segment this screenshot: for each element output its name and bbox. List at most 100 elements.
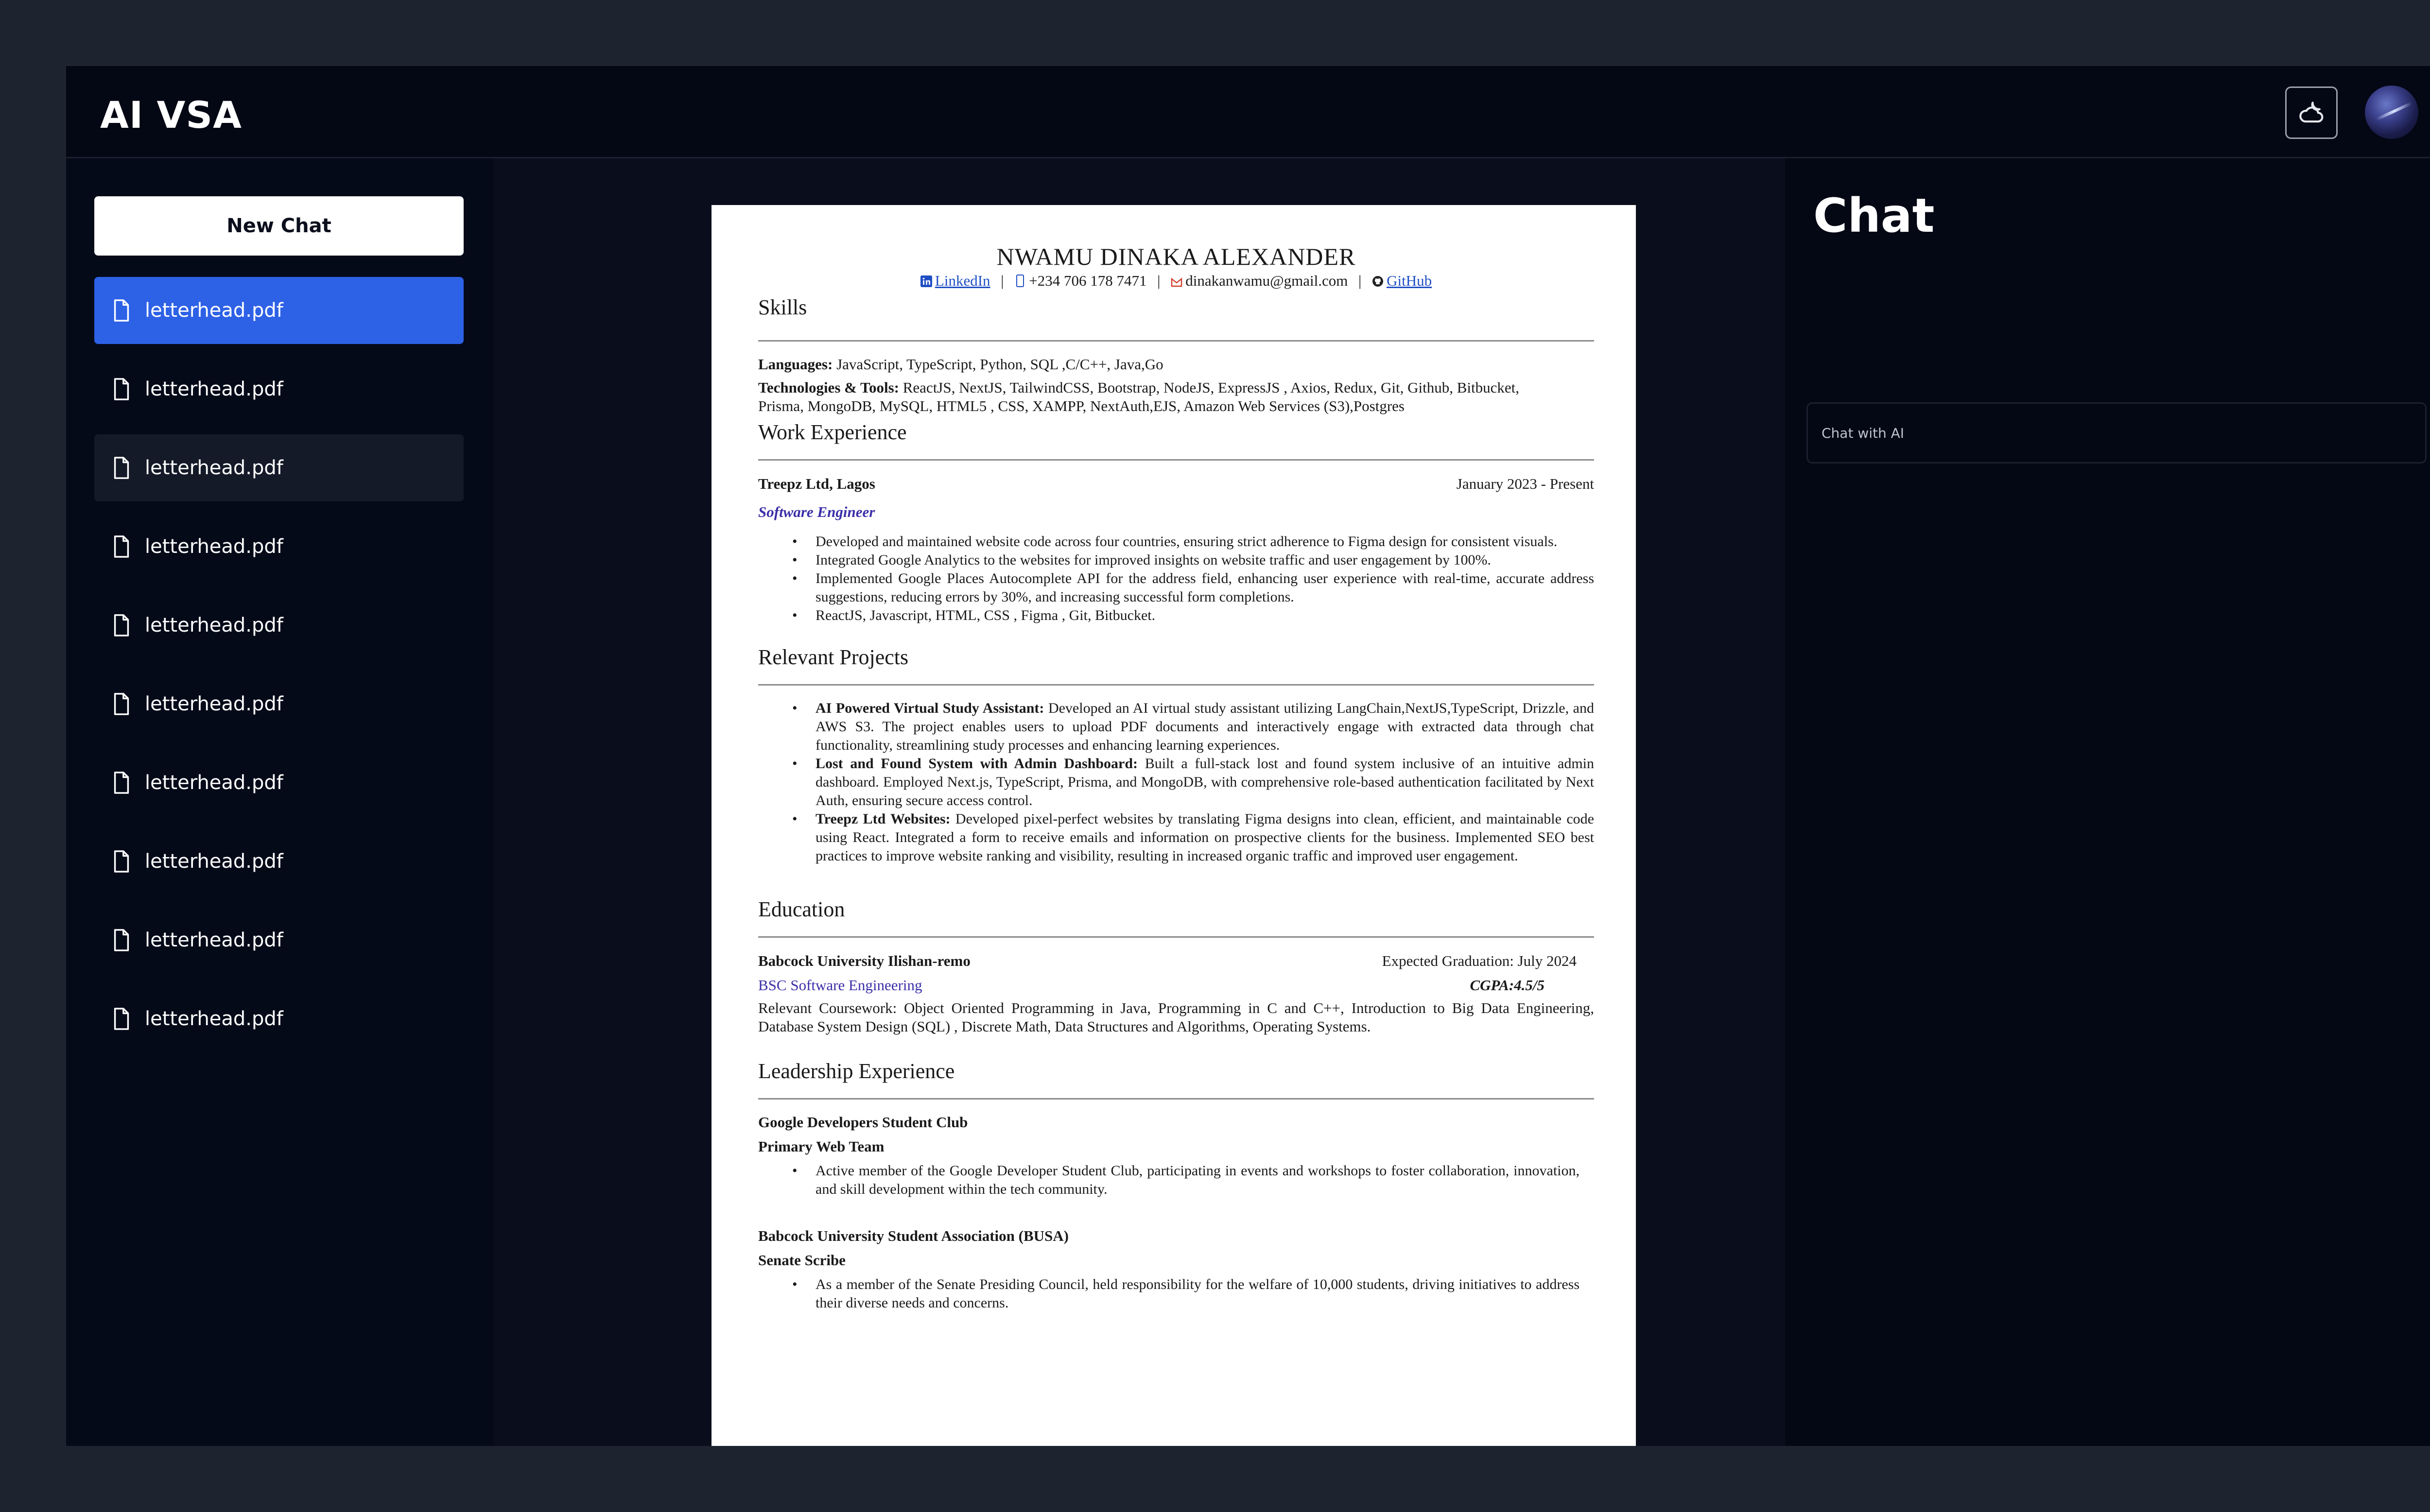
file-icon bbox=[114, 772, 129, 794]
work-dates: January 2023 - Present bbox=[1456, 475, 1594, 492]
leadership-role: Primary Web Team bbox=[758, 1138, 885, 1155]
chat-title: Chat bbox=[1813, 189, 1935, 243]
sidebar-file-label: letterhead.pdf bbox=[145, 614, 283, 636]
work-company: Treepz Ltd, Lagos bbox=[758, 475, 875, 492]
education-degree-row: BSC Software Engineering CGPA:4.5/5 bbox=[758, 976, 1594, 995]
app-window: AI VSA New Chat letterhead.pdf letterhead… bbox=[66, 66, 2430, 1446]
email-address: dinakanwamu@gmail.com bbox=[1185, 272, 1348, 289]
pdf-page: NWAMU DINAKA ALEXANDER LinkedIn | +234 7… bbox=[712, 205, 1636, 1446]
list-item: ReactJS, Javascript, HTML, CSS , Figma ,… bbox=[792, 606, 1594, 625]
section-divider bbox=[758, 684, 1594, 686]
skills-languages: Languages: JavaScript, TypeScript, Pytho… bbox=[758, 355, 1594, 374]
languages-label: Languages: bbox=[758, 356, 833, 373]
leadership-role: Senate Scribe bbox=[758, 1252, 846, 1269]
sidebar-file-item[interactable]: letterhead.pdf bbox=[94, 592, 464, 659]
chat-input[interactable] bbox=[1806, 402, 2427, 464]
contact-separator: | bbox=[1358, 272, 1362, 289]
list-item: Developed and maintained website code ac… bbox=[792, 533, 1594, 551]
sidebar-file-item[interactable]: letterhead.pdf bbox=[94, 907, 464, 974]
app-title: AI VSA bbox=[100, 93, 242, 137]
skills-technologies: Technologies & Tools: ReactJS, NextJS, T… bbox=[758, 378, 1545, 415]
work-role: Software Engineer bbox=[758, 503, 875, 520]
file-icon bbox=[114, 378, 129, 400]
education-header: Babcock University Ilishan-remo Expected… bbox=[758, 951, 1594, 971]
top-bar: AI VSA bbox=[66, 66, 2430, 158]
mail-icon bbox=[1171, 273, 1182, 287]
contact-separator: | bbox=[1001, 272, 1004, 289]
project-name: Treepz Ltd Websites: bbox=[816, 811, 951, 827]
github-link[interactable]: GitHub bbox=[1387, 272, 1432, 289]
sidebar-file-label: letterhead.pdf bbox=[145, 850, 283, 873]
list-item: Lost and Found System with Admin Dashboa… bbox=[792, 755, 1594, 810]
list-item: Implemented Google Places Autocomplete A… bbox=[792, 569, 1594, 606]
sidebar-file-item[interactable]: letterhead.pdf bbox=[94, 749, 464, 816]
sidebar-file-label: letterhead.pdf bbox=[145, 693, 283, 715]
cloud-moon-icon bbox=[2299, 102, 2324, 123]
section-title-work: Work Experience bbox=[758, 420, 907, 444]
sidebar-file-item[interactable]: letterhead.pdf bbox=[94, 277, 464, 344]
user-avatar[interactable] bbox=[2365, 86, 2418, 139]
education-coursework: Relevant Coursework: Object Oriented Pro… bbox=[758, 999, 1594, 1035]
section-divider bbox=[758, 340, 1594, 342]
file-icon bbox=[114, 614, 129, 636]
chat-panel: Chat bbox=[1785, 158, 2430, 1446]
file-icon bbox=[114, 693, 129, 715]
list-item: AI Powered Virtual Study Assistant: Deve… bbox=[792, 699, 1594, 755]
leadership-org: Google Developers Student Club bbox=[758, 1114, 968, 1131]
work-bullets: Developed and maintained website code ac… bbox=[792, 533, 1594, 625]
education-gpa: CGPA:4.5/5 bbox=[1470, 977, 1545, 994]
file-icon bbox=[114, 850, 129, 873]
project-name: AI Powered Virtual Study Assistant: bbox=[816, 700, 1044, 716]
list-item: As a member of the Senate Presiding Coun… bbox=[792, 1275, 1580, 1312]
contact-separator: | bbox=[1157, 272, 1161, 289]
phone-icon bbox=[1014, 273, 1026, 287]
sidebar-file-item[interactable]: letterhead.pdf bbox=[94, 513, 464, 580]
file-icon bbox=[114, 299, 129, 322]
list-item: Treepz Ltd Websites: Developed pixel-per… bbox=[792, 810, 1594, 865]
file-icon bbox=[114, 457, 129, 479]
sidebar-file-item[interactable]: letterhead.pdf bbox=[94, 356, 464, 423]
resume-name: NWAMU DINAKA ALEXANDER bbox=[996, 243, 1356, 270]
theme-toggle-button[interactable] bbox=[2285, 86, 2338, 139]
sidebar-file-item[interactable]: letterhead.pdf bbox=[94, 985, 464, 1052]
window-frame: AI VSA New Chat letterhead.pdf letterhead… bbox=[0, 0, 2430, 1512]
section-divider bbox=[758, 1098, 1594, 1100]
sidebar-file-label: letterhead.pdf bbox=[145, 772, 283, 794]
section-title-skills: Skills bbox=[758, 295, 807, 319]
pdf-viewer[interactable]: NWAMU DINAKA ALEXANDER LinkedIn | +234 7… bbox=[494, 158, 1785, 1446]
sidebar-file-label: letterhead.pdf bbox=[145, 929, 283, 951]
project-name: Lost and Found System with Admin Dashboa… bbox=[816, 756, 1138, 772]
section-divider bbox=[758, 936, 1594, 938]
github-icon bbox=[1372, 273, 1384, 287]
section-divider bbox=[758, 459, 1594, 461]
sidebar: New Chat letterhead.pdf letterhead.pdf let… bbox=[66, 158, 494, 1446]
file-icon bbox=[114, 535, 129, 558]
section-title-leadership: Leadership Experience bbox=[758, 1059, 955, 1083]
sidebar-file-item[interactable]: letterhead.pdf bbox=[94, 434, 464, 501]
file-list: letterhead.pdf letterhead.pdf letterhead.p… bbox=[94, 277, 464, 1064]
sidebar-file-item[interactable]: letterhead.pdf bbox=[94, 828, 464, 895]
project-bullets: AI Powered Virtual Study Assistant: Deve… bbox=[792, 699, 1594, 865]
sidebar-file-label: letterhead.pdf bbox=[145, 299, 283, 322]
linkedin-icon bbox=[920, 273, 932, 287]
education-degree: BSC Software Engineering bbox=[758, 977, 922, 994]
section-title-education: Education bbox=[758, 897, 845, 921]
languages-value: JavaScript, TypeScript, Python, SQL ,C/C… bbox=[836, 356, 1163, 373]
file-icon bbox=[114, 1008, 129, 1030]
list-item: Integrated Google Analytics to the websi… bbox=[792, 551, 1594, 569]
sidebar-file-label: letterhead.pdf bbox=[145, 1008, 283, 1030]
section-title-projects: Relevant Projects bbox=[758, 645, 909, 669]
sidebar-file-label: letterhead.pdf bbox=[145, 457, 283, 479]
list-item: Active member of the Google Developer St… bbox=[792, 1162, 1580, 1199]
leadership-bullets: As a member of the Senate Presiding Coun… bbox=[792, 1275, 1580, 1312]
education-school: Babcock University Ilishan-remo bbox=[758, 952, 971, 969]
sidebar-file-item[interactable]: letterhead.pdf bbox=[94, 670, 464, 738]
work-header: Treepz Ltd, Lagos January 2023 - Present bbox=[758, 474, 1594, 494]
technologies-label: Technologies & Tools: bbox=[758, 379, 899, 396]
new-chat-button[interactable]: New Chat bbox=[94, 196, 464, 256]
sidebar-file-label: letterhead.pdf bbox=[145, 535, 283, 558]
linkedin-link[interactable]: LinkedIn bbox=[935, 272, 990, 289]
sidebar-file-label: letterhead.pdf bbox=[145, 378, 283, 400]
phone-number: +234 706 178 7471 bbox=[1029, 272, 1147, 289]
leadership-bullets: Active member of the Google Developer St… bbox=[792, 1162, 1580, 1199]
